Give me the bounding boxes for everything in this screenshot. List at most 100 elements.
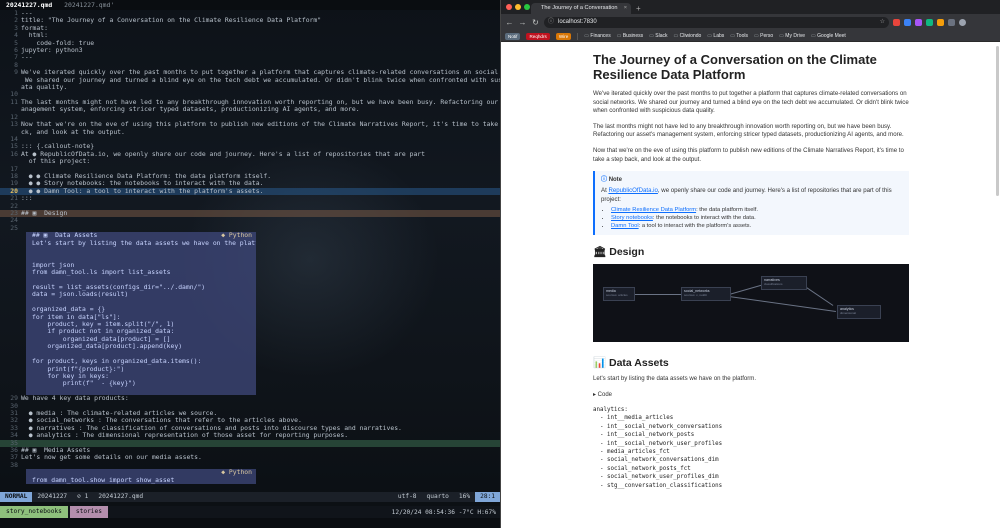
editor-line[interactable]: 25 xyxy=(0,225,500,232)
repo-link-platform[interactable]: Climate Resilience Data Platform xyxy=(611,207,696,213)
editor-line[interactable]: 4 html: xyxy=(0,32,500,39)
buffer-tab-inactive[interactable]: 20241227.qmd' xyxy=(58,0,120,10)
editor-line[interactable]: ck, and look at the output. xyxy=(0,129,500,136)
editor-line[interactable]: 15::: {.callout-note} xyxy=(0,143,500,150)
editor-line[interactable]: 38 xyxy=(0,462,500,469)
editor-line[interactable]: 5 code-fold: true xyxy=(0,40,500,47)
editor-line[interactable]: 16 At ● RepublicOfData.io, we openly shar… xyxy=(0,151,500,158)
bookmark-pill[interactable]: Wire xyxy=(555,32,572,40)
extension-icon[interactable] xyxy=(937,19,944,26)
editor-line[interactable]: 34 ● analytics : The dimensional represe… xyxy=(0,432,500,439)
editor-line[interactable]: 35 xyxy=(0,439,500,447)
editor-line[interactable]: data = json.loads(result) xyxy=(26,291,256,299)
editor-line[interactable]: result = list_assets(configs_dir="../.da… xyxy=(26,284,256,292)
address-bar[interactable]: ⓘ localhost:7830 ☆ xyxy=(544,17,889,28)
bookmark-star-icon[interactable]: ☆ xyxy=(880,17,885,28)
editor-line[interactable]: 14 xyxy=(0,136,500,143)
editor-line[interactable]: for item in data["ls"]: xyxy=(26,313,256,322)
editor-line[interactable] xyxy=(26,387,256,396)
editor-line[interactable]: if product not in organized_data: xyxy=(26,328,256,336)
editor-line[interactable]: product, key = item.split("/", 1) xyxy=(26,321,256,329)
bookmark-folder[interactable]: Tools xyxy=(730,33,748,39)
editor-line[interactable]: 12 xyxy=(0,114,500,121)
editor-line[interactable]: from damn_tool.ls import list_assets xyxy=(26,269,256,277)
bookmark-pill[interactable]: Notif xyxy=(505,32,521,40)
extension-icon[interactable] xyxy=(926,19,933,26)
editor-line[interactable] xyxy=(26,298,256,307)
editor-line[interactable]: of this project: xyxy=(0,158,500,165)
editor-line[interactable]: 11 The last months might not have led to … xyxy=(0,99,500,106)
bookmark-folder[interactable]: Business xyxy=(617,33,643,39)
editor-line[interactable]: organized_data[product] = [] xyxy=(26,335,256,344)
editor-line[interactable]: 13 Now that we're on the eve of using thi… xyxy=(0,121,500,128)
editor-line[interactable] xyxy=(26,350,256,359)
bookmark-folder[interactable]: Finances xyxy=(584,33,610,39)
editor-line[interactable]: from damn_tool.show import show_asset xyxy=(26,476,256,484)
bookmark-pill[interactable]: Reqhdrs xyxy=(526,32,550,40)
republicofdata-link[interactable]: RepublicOfData.io xyxy=(608,187,657,194)
editor-line[interactable]: 36 ## ▣ Media Assets xyxy=(0,447,500,454)
editor-line[interactable]: We shared our journey and turned a blind… xyxy=(0,77,500,84)
site-info-icon[interactable]: ⓘ xyxy=(548,17,554,28)
minimize-window-icon[interactable] xyxy=(515,4,521,10)
editor-line[interactable]: 27Let's start by listing the data assets… xyxy=(26,239,256,247)
editor-line[interactable]: organized_data = {} xyxy=(26,306,256,314)
bookmark-folder[interactable]: Google Meet xyxy=(811,33,846,39)
editor-line[interactable]: 1 --- xyxy=(0,10,500,17)
editor-line[interactable]: 22 xyxy=(0,203,500,210)
maximize-window-icon[interactable] xyxy=(524,4,530,10)
bookmark-folder[interactable]: Labs xyxy=(707,33,724,39)
editor-line[interactable]: 28 xyxy=(26,247,256,255)
editor-line[interactable]: 37 Let's now get some details on our medi… xyxy=(0,454,500,461)
profile-avatar[interactable] xyxy=(959,19,966,26)
editor-line[interactable]: 21::: xyxy=(0,195,500,202)
editor-line[interactable]: 29 xyxy=(26,254,256,262)
close-window-icon[interactable] xyxy=(506,4,512,10)
editor-line[interactable]: print(f" - {key}") xyxy=(26,380,256,388)
code-fold-toggle[interactable]: ▸ Code xyxy=(593,391,909,398)
editor-line[interactable]: import json xyxy=(26,261,256,270)
editor-line[interactable]: 23 ## ▣ Design xyxy=(0,209,500,218)
editor-line[interactable]: 31 ● media : The climate-related article… xyxy=(0,410,500,417)
editor-line[interactable]: 20 ● ● Damn Tool: a tool to interact wit… xyxy=(0,187,500,196)
extension-icon[interactable] xyxy=(904,19,911,26)
editor-buffer[interactable]: 1 --- 2 title: "The Journey of a Conversati… xyxy=(0,10,500,484)
editor-line[interactable]: 29 We have 4 key data products: xyxy=(0,395,500,402)
editor-line[interactable]: 6 jupyter: python3 xyxy=(0,47,500,54)
extension-icon[interactable] xyxy=(915,19,922,26)
editor-line[interactable] xyxy=(26,276,256,285)
editor-line[interactable]: 32 ● social_networks : The conversations… xyxy=(0,417,500,424)
buffer-tab-active[interactable]: 20241227.qmd xyxy=(0,0,58,10)
bookmark-folder[interactable]: My Drive xyxy=(779,33,805,39)
editor-line[interactable]: 24 xyxy=(0,217,500,224)
editor-line[interactable]: 17 xyxy=(0,166,500,173)
editor-line[interactable]: 8 xyxy=(0,62,500,69)
extension-icon[interactable] xyxy=(948,19,955,26)
terminal-editor[interactable]: 20241227.qmd 20241227.qmd' 1 --- 2 title: "… xyxy=(0,0,500,528)
editor-line[interactable]: 2 title: "The Journey of a Conversation o… xyxy=(0,17,500,24)
editor-line[interactable]: anagement system, enforcing stricer type… xyxy=(0,106,500,113)
back-icon[interactable]: ← xyxy=(505,18,514,27)
close-tab-icon[interactable]: × xyxy=(624,3,627,14)
editor-line[interactable]: 9 We've iterated quickly over the past mo… xyxy=(0,69,500,76)
editor-line[interactable]: 10 xyxy=(0,91,500,98)
extension-icon[interactable] xyxy=(893,19,900,26)
tmux-window-stories[interactable]: stories xyxy=(69,506,108,518)
reload-icon[interactable]: ↻ xyxy=(531,18,540,27)
editor-line[interactable]: 30 xyxy=(0,403,500,410)
browser-tab-active[interactable]: The Journey of a Conversation × xyxy=(531,3,631,14)
repo-link-damn-tool[interactable]: Damn Tool xyxy=(611,223,639,229)
editor-line[interactable]: ata quality. xyxy=(0,84,500,91)
bookmark-folder[interactable]: Slack xyxy=(649,33,667,39)
tmux-window-story-notebooks[interactable]: story_notebooks xyxy=(0,506,68,518)
new-tab-icon[interactable]: + xyxy=(636,3,641,14)
forward-icon[interactable]: → xyxy=(518,18,527,27)
command-line[interactable] xyxy=(0,518,500,528)
repo-link-notebooks[interactable]: Story notebooks xyxy=(611,215,653,221)
editor-line[interactable]: 33 ● narratives : The classification of … xyxy=(0,425,500,432)
editor-line[interactable]: 18 ● ● Climate Resilience Data Platform:… xyxy=(0,173,500,180)
editor-line[interactable]: organized_data[product].append(key) xyxy=(26,343,256,351)
bookmark-folder[interactable]: Perso xyxy=(754,33,773,39)
bookmark-folder[interactable]: Cliwiondo xyxy=(673,33,702,39)
editor-line[interactable]: 3 format: xyxy=(0,25,500,32)
